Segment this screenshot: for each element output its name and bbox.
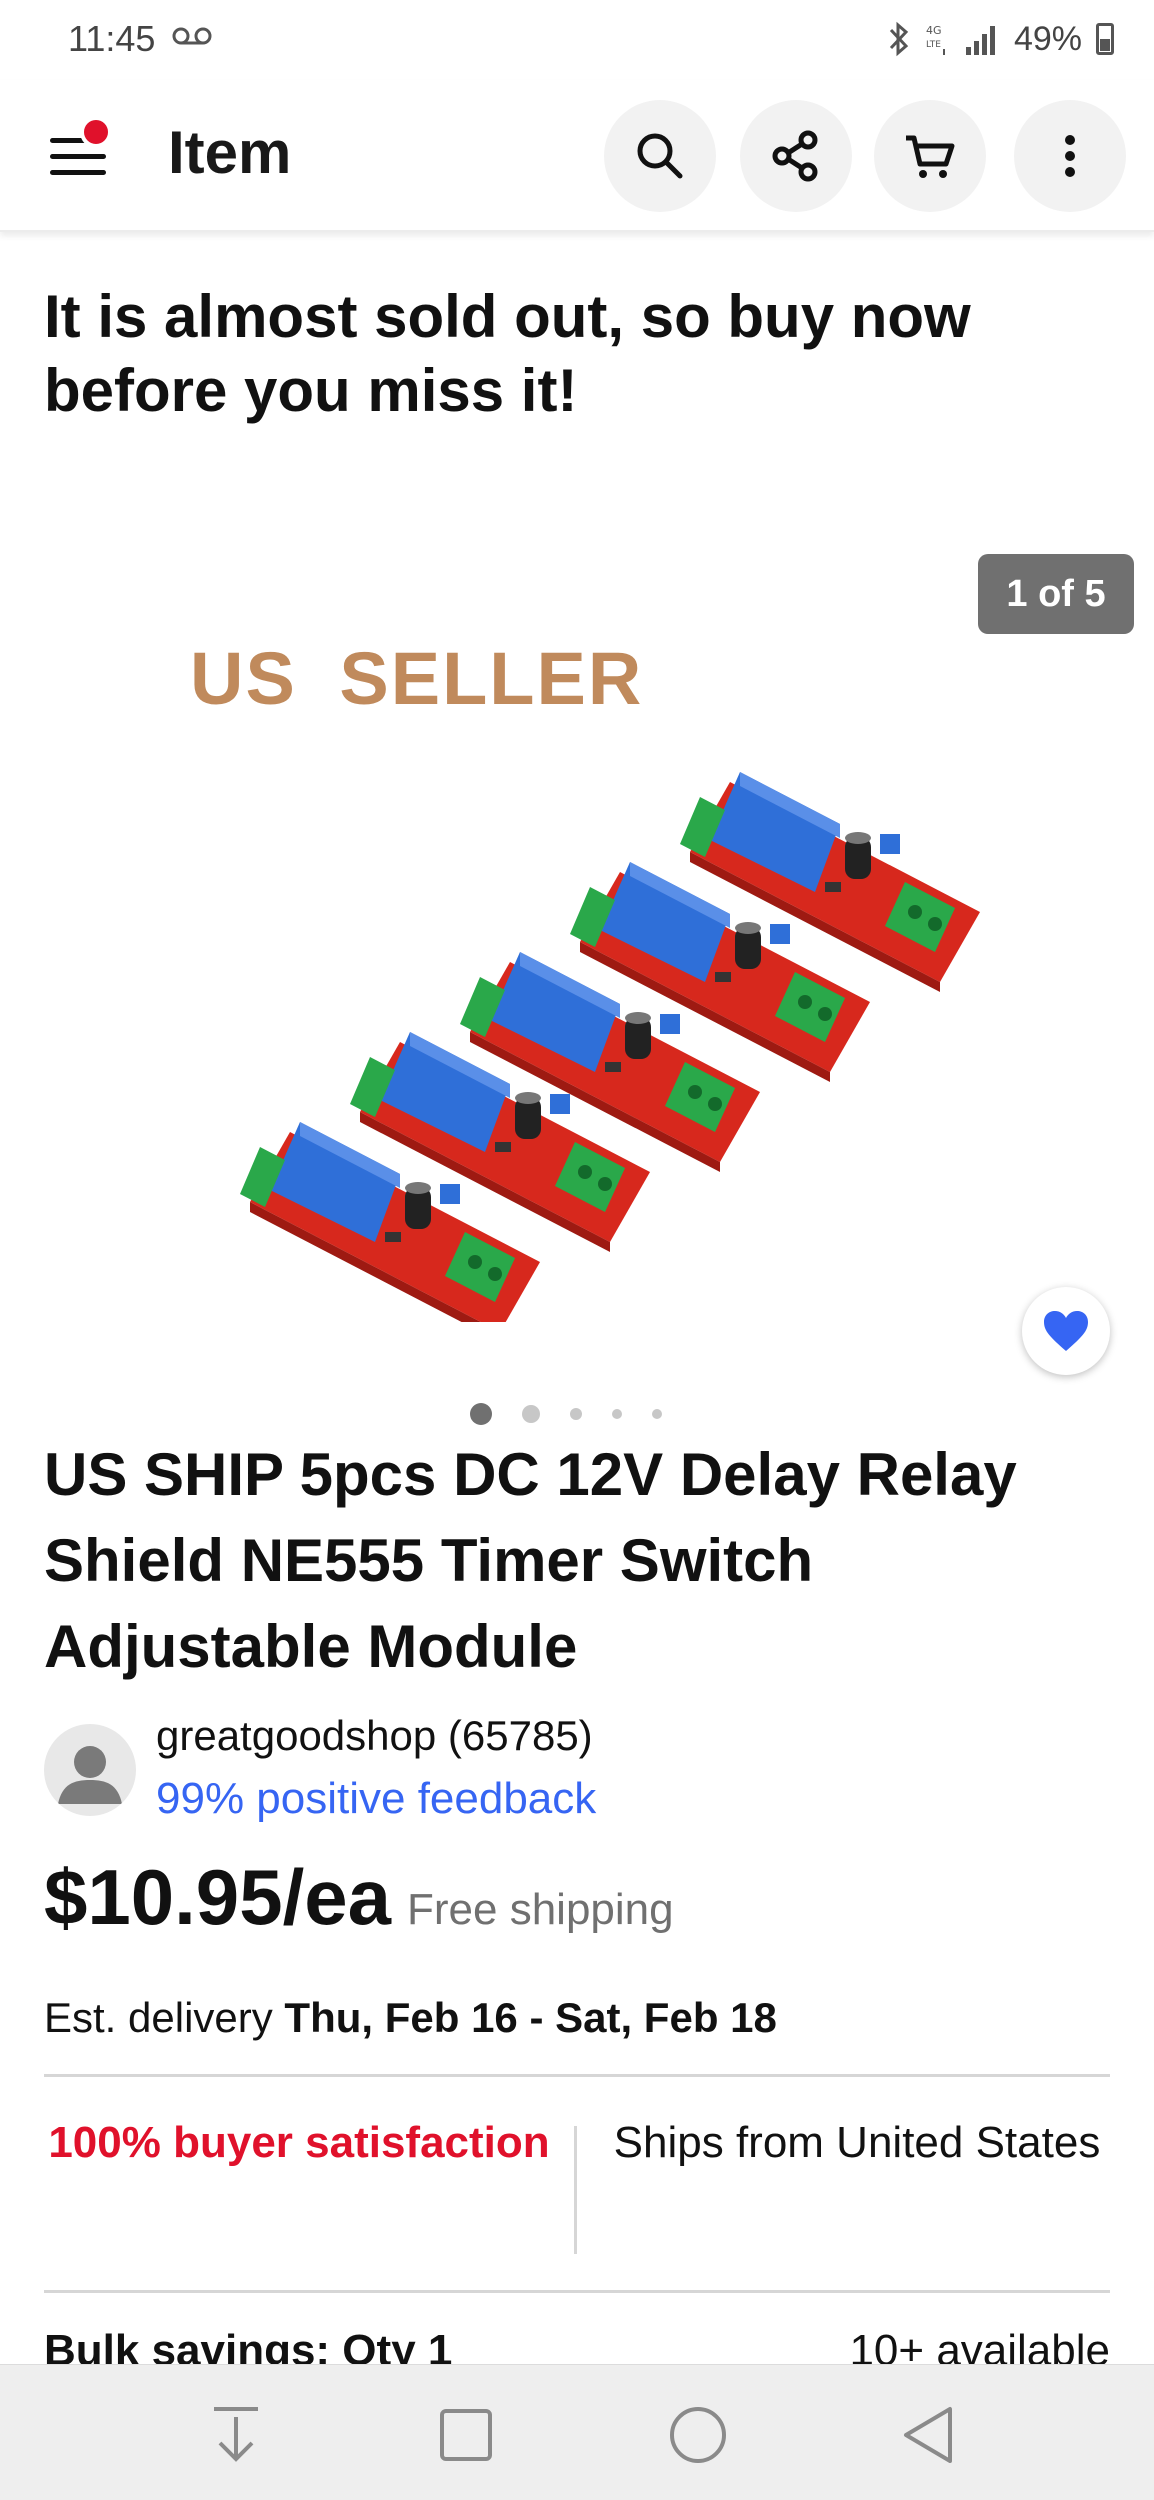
- nav-home-button[interactable]: [666, 2403, 730, 2467]
- estimated-delivery: Est. delivery Thu, Feb 16 - Sat, Feb 18: [44, 1994, 777, 2042]
- product-image[interactable]: [180, 702, 980, 1322]
- bulk-savings-label: Bulk savings: Qty 1: [44, 2326, 453, 2364]
- home-icon: [670, 2407, 726, 2463]
- arrow-down-icon: [214, 2407, 258, 2462]
- lte-icon: 4G LTE: [926, 24, 945, 55]
- share-button[interactable]: [740, 100, 852, 212]
- cart-icon: [906, 135, 955, 178]
- pagination-dot[interactable]: [612, 1409, 622, 1419]
- highlights-separator: [574, 2126, 577, 2254]
- promo-banner: It is almost sold out, so buy now before…: [44, 283, 971, 424]
- pagination-dot[interactable]: [570, 1408, 582, 1420]
- status-icons: 4G LTE 49%: [888, 14, 1114, 64]
- pagination-dot[interactable]: [652, 1409, 662, 1419]
- share-icon: [772, 130, 818, 182]
- price-row: $10.95/ea Free shipping: [44, 1852, 1104, 1952]
- back-icon: [904, 2407, 952, 2463]
- search-button[interactable]: [604, 100, 716, 212]
- item-content: It is almost sold out, so buy now before…: [0, 232, 1154, 2364]
- bluetooth-icon: [889, 21, 909, 57]
- battery-icon: [1096, 23, 1114, 55]
- cart-button[interactable]: [874, 100, 986, 212]
- seller-feedback-link[interactable]: 99% positive feedback: [156, 1774, 596, 1824]
- buyer-satisfaction-badge: 100% buyer satisfaction: [48, 2118, 550, 2167]
- more-vertical-icon: [1065, 135, 1075, 177]
- price: $10.95/ea: [44, 1853, 392, 1941]
- menu-icon-line: [50, 154, 106, 159]
- gallery-pagination: [470, 1402, 662, 1426]
- pagination-dot-active[interactable]: [470, 1403, 492, 1425]
- menu-button[interactable]: [40, 116, 120, 196]
- delivery-dates: Thu, Feb 16 - Sat, Feb 18: [284, 1994, 777, 2041]
- seller-info[interactable]: greatgoodshop (65785) 99% positive feedb…: [44, 1712, 1104, 1832]
- svg-text:LTE: LTE: [926, 40, 941, 50]
- delivery-label: Est. delivery: [44, 1994, 273, 2041]
- seller-avatar: [44, 1724, 136, 1816]
- watch-button[interactable]: [1022, 1287, 1110, 1375]
- user-icon: [58, 1746, 122, 1804]
- nav-recents-button[interactable]: [434, 2403, 498, 2467]
- status-bar: 11:45 4G LTE 49%: [0, 0, 1154, 80]
- pagination-dot[interactable]: [522, 1405, 540, 1423]
- shipping-cost: Free shipping: [407, 1885, 674, 1934]
- signal-icon: [965, 26, 995, 55]
- voicemail-icon: [172, 27, 212, 45]
- system-nav-bar: [0, 2364, 1154, 2500]
- nav-back-button[interactable]: [896, 2403, 960, 2467]
- ships-from: Ships from United States: [613, 2118, 1101, 2167]
- more-options-button[interactable]: [1014, 100, 1126, 212]
- product-title: US SHIP 5pcs DC 12V Delay Relay Shield N…: [44, 1441, 1017, 1680]
- notification-dot: [80, 116, 112, 148]
- app-bar: Item: [0, 80, 1154, 232]
- recents-icon: [440, 2409, 492, 2461]
- search-icon: [637, 133, 683, 179]
- page-title: Item: [168, 119, 292, 186]
- nav-download-button[interactable]: [204, 2403, 268, 2467]
- divider: [44, 2290, 1110, 2293]
- item-highlights: 100% buyer satisfaction Ships from Unite…: [44, 2082, 1110, 2282]
- divider: [44, 2074, 1110, 2077]
- status-time: 11:45: [68, 18, 156, 59]
- quantity-available: 10+ available: [849, 2326, 1110, 2364]
- svg-text:4G: 4G: [926, 24, 942, 37]
- bulk-savings-row[interactable]: Bulk savings: Qty 1 10+ available: [44, 2326, 1110, 2364]
- menu-icon-line: [50, 170, 106, 175]
- image-gallery[interactable]: 1 of 5 US SELLER: [0, 542, 1154, 1442]
- battery-percent: 49%: [1013, 19, 1082, 58]
- seller-name[interactable]: greatgoodshop (65785): [156, 1712, 593, 1760]
- heart-icon: [1044, 1311, 1088, 1351]
- image-counter: 1 of 5: [978, 554, 1134, 634]
